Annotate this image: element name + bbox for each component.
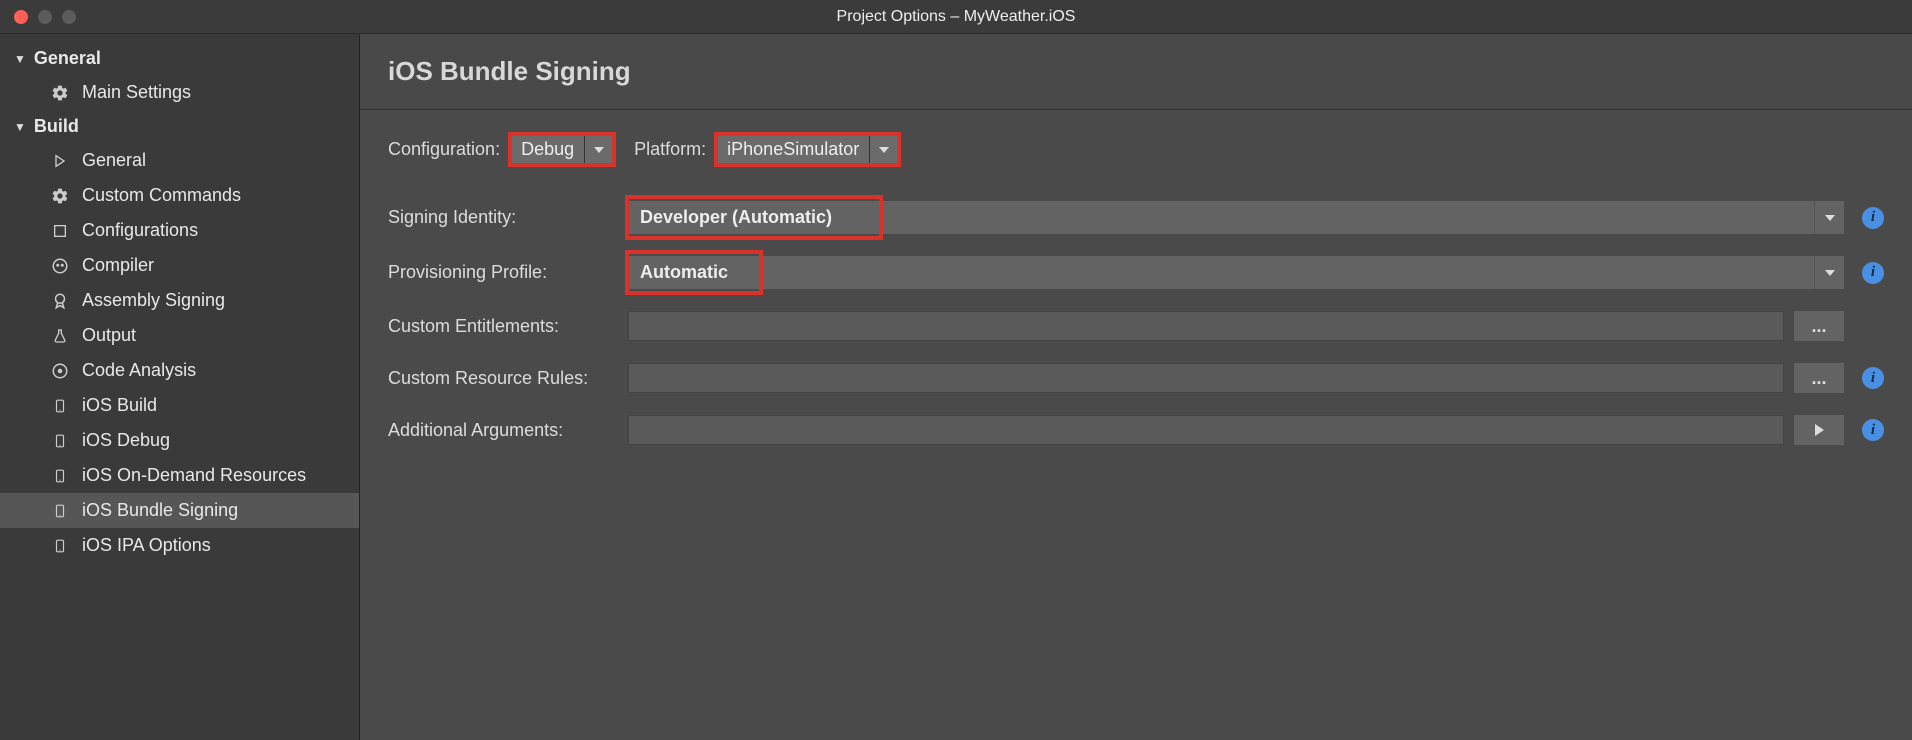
- run-button[interactable]: [1794, 415, 1844, 445]
- sidebar-item-label: Main Settings: [82, 82, 191, 103]
- sidebar-item-label: iOS On-Demand Resources: [82, 465, 306, 486]
- provisioning-profile-label: Provisioning Profile:: [388, 262, 618, 283]
- target-icon: [50, 361, 70, 381]
- sidebar-item-label: Output: [82, 325, 136, 346]
- sidebar-section-label: General: [34, 48, 101, 69]
- sidebar-item-label: General: [82, 150, 146, 171]
- flask-icon: [50, 326, 70, 346]
- configuration-dropdown[interactable]: Debug: [510, 134, 614, 165]
- gear-icon: [50, 186, 70, 206]
- play-icon: [50, 151, 70, 171]
- robot-icon: [50, 256, 70, 276]
- sidebar-section-general[interactable]: ▼ General: [0, 42, 359, 75]
- phone-icon: [50, 466, 70, 486]
- platform-dropdown[interactable]: iPhoneSimulator: [716, 134, 899, 165]
- sidebar-item-label: iOS Debug: [82, 430, 170, 451]
- sidebar-item-general[interactable]: General: [0, 143, 359, 178]
- phone-icon: [50, 431, 70, 451]
- window-controls: [0, 10, 76, 24]
- phone-icon: [50, 501, 70, 521]
- info-icon[interactable]: i: [1862, 419, 1884, 441]
- maximize-icon[interactable]: [62, 10, 76, 24]
- sidebar-section-label: Build: [34, 116, 79, 137]
- platform-label: Platform:: [634, 139, 706, 160]
- sidebar-item-main-settings[interactable]: Main Settings: [0, 75, 359, 110]
- custom-entitlements-label: Custom Entitlements:: [388, 316, 618, 337]
- sidebar-item-configurations[interactable]: Configurations: [0, 213, 359, 248]
- custom-resource-rules-input[interactable]: [628, 363, 1784, 393]
- sidebar-item-label: Custom Commands: [82, 185, 241, 206]
- additional-arguments-label: Additional Arguments:: [388, 420, 618, 441]
- sidebar-item-assembly-signing[interactable]: Assembly Signing: [0, 283, 359, 318]
- configuration-label: Configuration:: [388, 139, 500, 160]
- badge-icon: [50, 291, 70, 311]
- sidebar-item-ios-bundle-signing[interactable]: iOS Bundle Signing: [0, 493, 359, 528]
- browse-button[interactable]: ...: [1794, 311, 1844, 341]
- info-icon[interactable]: i: [1862, 367, 1884, 389]
- sidebar-item-label: Code Analysis: [82, 360, 196, 381]
- caret-down-icon: ▼: [14, 120, 26, 134]
- additional-arguments-input[interactable]: [628, 415, 1784, 445]
- sidebar-item-label: Configurations: [82, 220, 198, 241]
- sidebar-item-label: iOS Bundle Signing: [82, 500, 238, 521]
- caret-down-icon: ▼: [14, 52, 26, 66]
- sidebar-item-ios-on-demand[interactable]: iOS On-Demand Resources: [0, 458, 359, 493]
- chevron-down-icon: [1814, 256, 1844, 289]
- sidebar-item-custom-commands[interactable]: Custom Commands: [0, 178, 359, 213]
- phone-icon: [50, 536, 70, 556]
- sidebar-item-ios-debug[interactable]: iOS Debug: [0, 423, 359, 458]
- chevron-down-icon: [869, 134, 899, 165]
- sidebar-item-ios-build[interactable]: iOS Build: [0, 388, 359, 423]
- sidebar-item-label: iOS Build: [82, 395, 157, 416]
- content-pane: iOS Bundle Signing Configuration: Debug …: [360, 34, 1912, 740]
- signing-identity-label: Signing Identity:: [388, 207, 618, 228]
- provisioning-profile-value: Automatic: [628, 256, 1814, 289]
- sidebar-item-output[interactable]: Output: [0, 318, 359, 353]
- info-icon[interactable]: i: [1862, 207, 1884, 229]
- sidebar-item-label: Compiler: [82, 255, 154, 276]
- configuration-value: Debug: [510, 134, 584, 165]
- info-icon[interactable]: i: [1862, 262, 1884, 284]
- square-icon: [50, 221, 70, 241]
- window-title: Project Options – MyWeather.iOS: [837, 8, 1076, 26]
- sidebar-item-label: iOS IPA Options: [82, 535, 211, 556]
- gear-icon: [50, 83, 70, 103]
- chevron-down-icon: [584, 134, 614, 165]
- signing-identity-value: Developer (Automatic): [628, 201, 1814, 234]
- sidebar-section-build[interactable]: ▼ Build: [0, 110, 359, 143]
- phone-icon: [50, 396, 70, 416]
- provisioning-profile-dropdown[interactable]: Automatic: [628, 256, 1844, 289]
- custom-resource-rules-label: Custom Resource Rules:: [388, 368, 618, 389]
- page-title: iOS Bundle Signing: [360, 34, 1912, 110]
- sidebar-item-label: Assembly Signing: [82, 290, 225, 311]
- sidebar-item-ios-ipa-options[interactable]: iOS IPA Options: [0, 528, 359, 563]
- chevron-down-icon: [1814, 201, 1844, 234]
- platform-value: iPhoneSimulator: [716, 134, 869, 165]
- sidebar-item-code-analysis[interactable]: Code Analysis: [0, 353, 359, 388]
- play-icon: [1815, 424, 1824, 436]
- close-icon[interactable]: [14, 10, 28, 24]
- sidebar: ▼ General Main Settings ▼ Build General …: [0, 34, 360, 740]
- signing-identity-dropdown[interactable]: Developer (Automatic): [628, 201, 1844, 234]
- custom-entitlements-input[interactable]: [628, 311, 1784, 341]
- sidebar-item-compiler[interactable]: Compiler: [0, 248, 359, 283]
- browse-button[interactable]: ...: [1794, 363, 1844, 393]
- minimize-icon[interactable]: [38, 10, 52, 24]
- titlebar: Project Options – MyWeather.iOS: [0, 0, 1912, 34]
